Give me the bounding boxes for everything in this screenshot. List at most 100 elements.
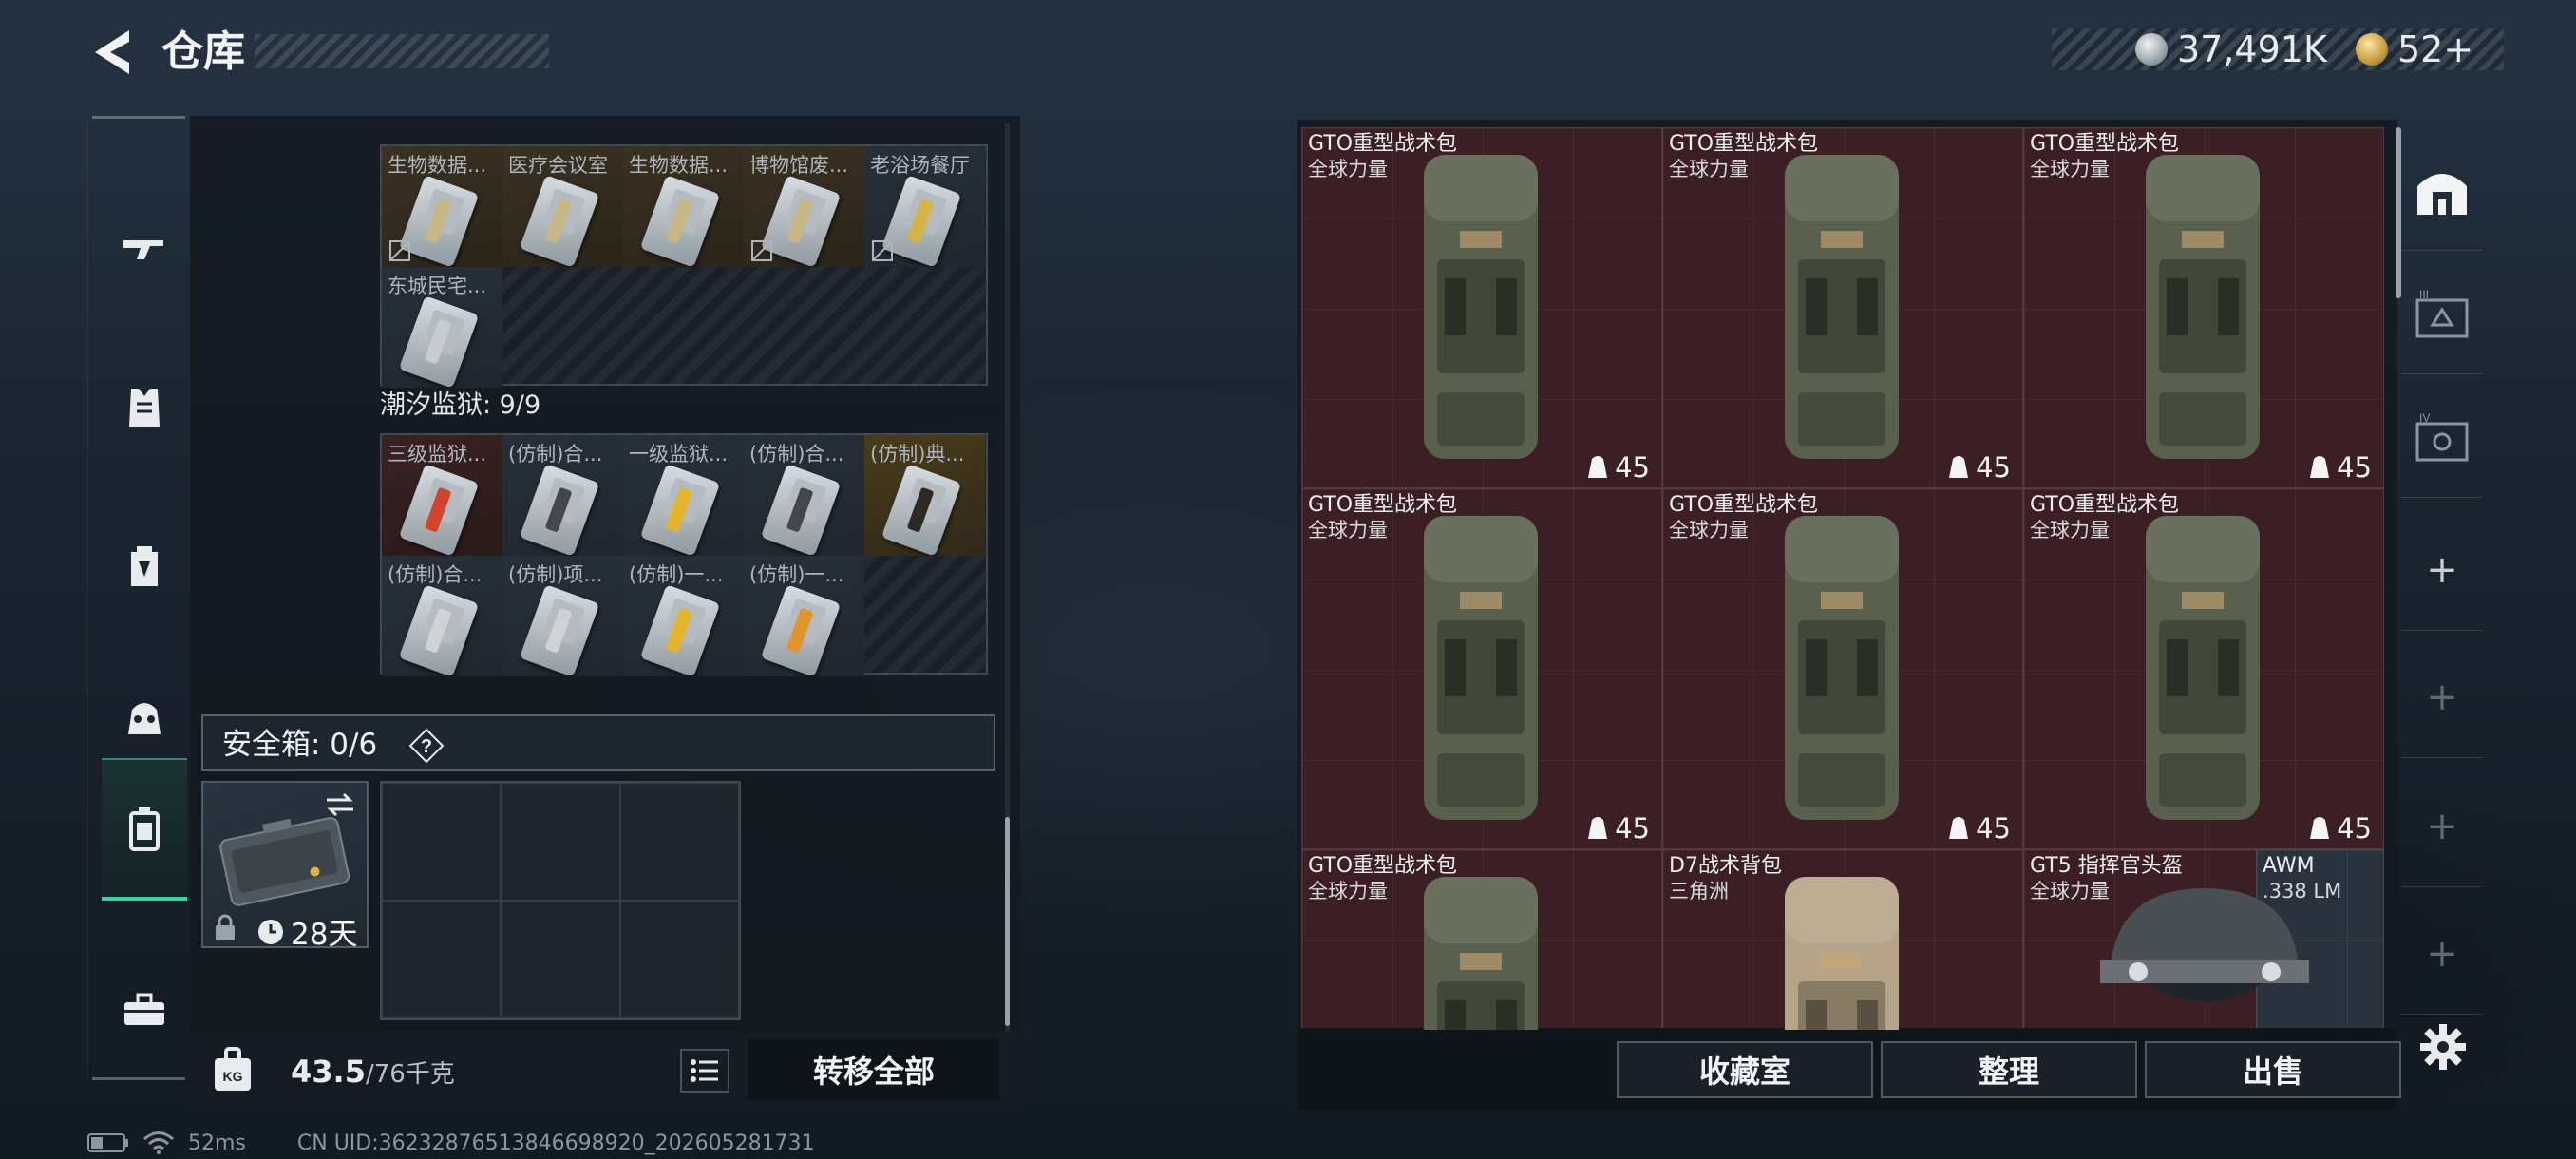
- unavailable-icon: [389, 240, 410, 261]
- nav-backpack[interactable]: [102, 494, 187, 636]
- item-name: GTO重型战术包: [1308, 854, 1458, 878]
- nav-weapons[interactable]: [102, 179, 187, 321]
- keycard-icon: [639, 584, 721, 676]
- storage-tab[interactable]: +: [2401, 893, 2483, 1015]
- item-capacity: 45: [1947, 812, 2011, 845]
- keycard-icon: [519, 464, 600, 556]
- keycard-label: (仿制)合...: [508, 443, 603, 466]
- weight-max: /76千克: [365, 1060, 455, 1089]
- keycard-item[interactable]: (仿制)项...: [502, 556, 623, 676]
- storage-actions: 收藏室 整理 出售: [1297, 1028, 2401, 1110]
- keycard-label: (仿制)一...: [749, 563, 844, 586]
- lock-icon: [216, 914, 235, 940]
- expiry-timer: 28天: [256, 910, 357, 953]
- settings-button[interactable]: [2418, 1022, 2468, 1072]
- keycard-item[interactable]: 医疗会议室: [502, 146, 623, 267]
- storage-item[interactable]: GTO重型战术包 全球力量 45: [2023, 127, 2384, 488]
- left-scrollbar[interactable]: [1005, 817, 1010, 1026]
- capacity-value: 45: [1976, 812, 2011, 845]
- sort-button[interactable]: 整理: [1881, 1041, 2137, 1098]
- capacity-value: 45: [1615, 451, 1650, 484]
- list-view-button[interactable]: [680, 1049, 729, 1092]
- keycard-icon: [639, 175, 721, 267]
- keycard-icon: [519, 175, 600, 267]
- capacity-icon: [1588, 456, 1608, 478]
- gold-currency[interactable]: 52+: [2356, 27, 2473, 72]
- keycard-item[interactable]: 一级监狱...: [623, 435, 744, 556]
- add-storage-icon: +: [2426, 547, 2458, 592]
- list-icon: [691, 1059, 718, 1082]
- safe-slot[interactable]: [619, 783, 739, 901]
- item-origin: 全球力量: [2030, 880, 2110, 902]
- keycard-icon: [398, 295, 480, 388]
- keycard-item[interactable]: 东城民宅...: [382, 267, 502, 388]
- back-button[interactable]: [87, 25, 137, 80]
- keycard-section-1: 生物数据... 医疗会议室 生物数据... 博物馆废... 老浴场餐厅 东城民宅...: [380, 144, 988, 388]
- gold-amount: 52+: [2397, 28, 2474, 70]
- silver-amount: 37,491K: [2177, 28, 2327, 70]
- storage-item[interactable]: GTO重型战术包 全球力量 45: [1662, 488, 2023, 849]
- item-origin: 全球力量: [1308, 158, 1388, 180]
- safe-slot[interactable]: [382, 783, 502, 901]
- storage-tab[interactable]: III: [2401, 253, 2483, 374]
- keycard-item[interactable]: 博物馆废...: [744, 146, 864, 267]
- item-origin: 全球力量: [2030, 158, 2110, 180]
- keycard-icon: [519, 584, 600, 676]
- keycard-icon: [639, 464, 721, 556]
- safe-slot[interactable]: [619, 901, 739, 1018]
- collection-room-button[interactable]: 收藏室: [1617, 1041, 1873, 1098]
- safe-box-item[interactable]: 28天: [201, 781, 369, 952]
- item-name: GTO重型战术包: [2030, 132, 2180, 156]
- safe-slot[interactable]: [501, 901, 620, 1018]
- keycard-item[interactable]: 三级监狱...: [382, 435, 502, 556]
- storage-tab[interactable]: +: [2401, 766, 2483, 887]
- item-image: [1424, 155, 1538, 459]
- safe-box-header: 安全箱: 0/6 ?: [201, 714, 995, 771]
- nav-divider: [92, 116, 185, 119]
- storage-tabs: III IV + + + +: [2396, 120, 2485, 1110]
- safe-slot[interactable]: [382, 901, 502, 1018]
- keycard-label: 三级监狱...: [388, 443, 487, 466]
- keycard-icon: [398, 584, 480, 676]
- storage-tab[interactable]: IV: [2401, 376, 2483, 498]
- keycard-item[interactable]: 老浴场餐厅: [864, 146, 985, 267]
- keycard-item[interactable]: (仿制)一...: [623, 556, 744, 676]
- item-origin: 全球力量: [1308, 880, 1388, 902]
- storage-item[interactable]: GTO重型战术包 全球力量 45: [1662, 127, 2023, 488]
- sell-button[interactable]: 出售: [2145, 1041, 2401, 1098]
- nav-toolbox[interactable]: [102, 939, 187, 1081]
- keycard-label: 一级监狱...: [629, 443, 729, 466]
- keycard-item[interactable]: (仿制)典...: [864, 435, 985, 556]
- silver-currency[interactable]: 37,491K: [2135, 27, 2327, 72]
- storage-item[interactable]: GTO重型战术包 全球力量: [1301, 849, 1662, 1030]
- storage-item[interactable]: GTO重型战术包 全球力量 45: [1301, 127, 1662, 488]
- armor-vest-icon: [129, 389, 160, 427]
- safe-slot[interactable]: [501, 783, 620, 901]
- battery-icon: [87, 1133, 128, 1152]
- swap-icon[interactable]: [323, 790, 357, 819]
- item-name: GTO重型战术包: [1308, 493, 1458, 517]
- keycard-item[interactable]: (仿制)合...: [382, 556, 502, 676]
- keycard-item[interactable]: (仿制)一...: [744, 556, 864, 676]
- nav-armor[interactable]: [102, 336, 187, 479]
- storage-tab[interactable]: [2401, 129, 2483, 251]
- nav-safe-box[interactable]: [102, 758, 187, 901]
- item-origin: 三角洲: [1669, 880, 1729, 902]
- keycard-item[interactable]: 生物数据...: [382, 146, 502, 267]
- storage-item[interactable]: GTO重型战术包 全球力量 45: [2023, 488, 2384, 849]
- storage-item[interactable]: D7战术背包 三角洲: [1662, 849, 2023, 1030]
- keycard-item[interactable]: (仿制)合...: [744, 435, 864, 556]
- keycard-item[interactable]: 生物数据...: [623, 146, 744, 267]
- help-button[interactable]: ?: [408, 728, 445, 764]
- storage-item[interactable]: GTO重型战术包 全球力量 45: [1301, 488, 1662, 849]
- storage-tab[interactable]: +: [2401, 509, 2483, 631]
- storage-tab[interactable]: +: [2401, 636, 2483, 758]
- transfer-all-button[interactable]: 转移全部: [748, 1039, 999, 1100]
- item-image: [2146, 155, 2260, 459]
- expiry-days: 28天: [291, 918, 358, 952]
- keycard-item[interactable]: (仿制)合...: [502, 435, 623, 556]
- capacity-value: 45: [2337, 812, 2372, 845]
- weight-readout: 43.5/76千克: [291, 1053, 455, 1093]
- left-category-nav: [87, 116, 188, 1081]
- svg-text:KG: KG: [223, 1069, 243, 1084]
